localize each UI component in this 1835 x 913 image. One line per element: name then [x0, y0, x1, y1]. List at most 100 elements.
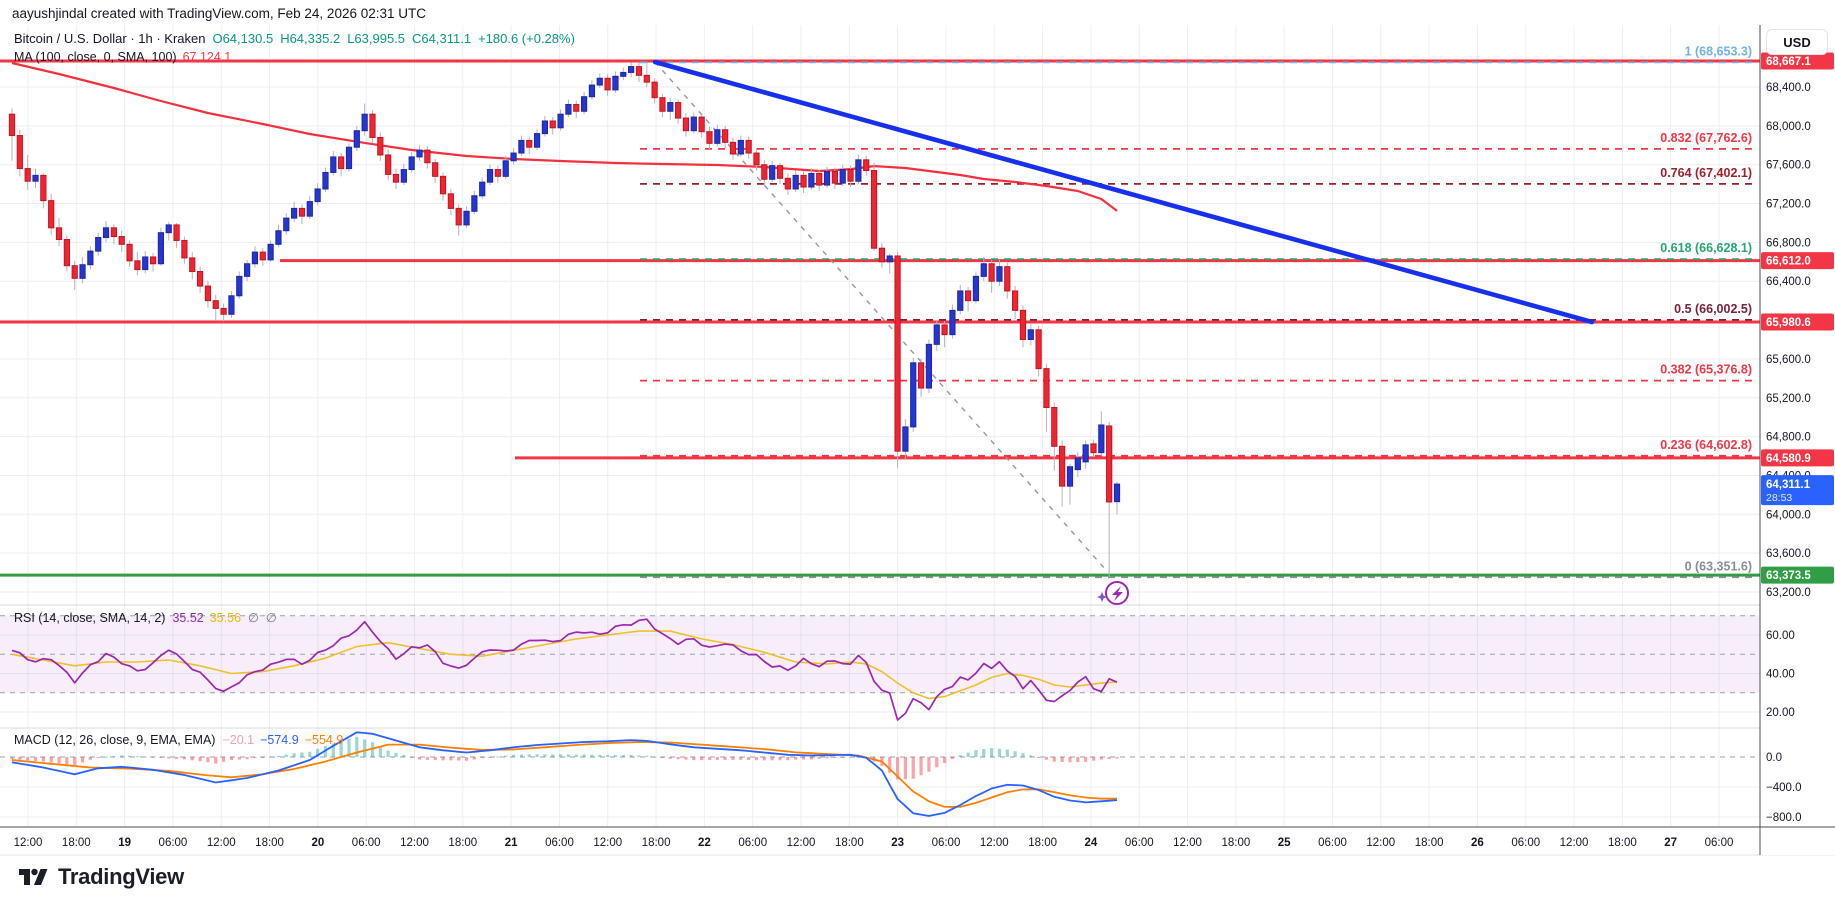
candle	[299, 208, 304, 216]
ma-100-line[interactable]	[12, 63, 1117, 211]
price-badge-label: 65,980.6	[1766, 317, 1811, 329]
candle	[464, 211, 469, 225]
candle	[440, 176, 445, 193]
candle	[127, 244, 132, 261]
time-axis[interactable]: 12:0018:001906:0012:0018:002006:0012:001…	[0, 827, 1835, 849]
candle	[817, 173, 822, 185]
candle	[746, 140, 751, 153]
axis-tick-label: 67,200.0	[1766, 199, 1811, 211]
price-axis[interactable]: 68,400.068,000.067,600.067,200.066,800.0…	[1760, 25, 1835, 855]
time-tick-label: 12:00	[787, 837, 816, 849]
time-tick-label: 18:00	[62, 837, 91, 849]
price-badge-label: 66,612.0	[1766, 256, 1811, 268]
macd-signal-value: −554.9	[305, 733, 344, 747]
candle	[252, 252, 257, 264]
candle	[1075, 458, 1080, 470]
candle	[676, 103, 681, 119]
candle	[495, 170, 500, 177]
time-tick-label: 12:00	[593, 837, 622, 849]
candle	[315, 189, 320, 202]
candle	[558, 114, 563, 128]
time-tick-label: 18:00	[642, 837, 671, 849]
time-tick-label: 27	[1664, 837, 1677, 849]
candle	[276, 231, 281, 245]
fib-level-label: 0.764 (67,402.1)	[1660, 166, 1752, 180]
axis-tick-label: 68,000.0	[1766, 121, 1811, 133]
candle	[174, 225, 179, 241]
candle	[205, 286, 210, 301]
attribution-text: aayushjindal created with TradingView.co…	[12, 6, 426, 21]
fib-level-label: 0 (63,351.6)	[1685, 559, 1752, 573]
time-tick-label: 18:00	[1415, 837, 1444, 849]
ohlc-open: O64,130.5	[212, 31, 273, 46]
candle	[801, 175, 806, 187]
candle	[589, 85, 594, 97]
candle	[527, 140, 532, 147]
time-tick-label: 18:00	[1608, 837, 1637, 849]
time-tick-label: 18:00	[1221, 837, 1250, 849]
fib-retracement[interactable]: 1 (68,653.3)0.832 (67,762.6)0.764 (67,40…	[640, 44, 1755, 577]
candle	[950, 310, 955, 334]
rsi-value: 35.52	[172, 611, 203, 625]
candle	[245, 264, 250, 277]
axis-tick-label: 40.00	[1766, 669, 1795, 681]
candle	[629, 67, 634, 73]
ma-legend[interactable]: MA (100, close, 0, SMA, 100)67,124.1	[14, 50, 231, 64]
descending-trend-line[interactable]	[655, 62, 1592, 322]
candle	[903, 427, 908, 451]
candle	[425, 150, 430, 163]
ohlc-change: +180.6 (+0.28%)	[478, 31, 575, 46]
candle	[56, 228, 61, 240]
time-tick-label: 06:00	[738, 837, 767, 849]
candle	[699, 117, 704, 132]
time-tick-label: 06:00	[1511, 837, 1540, 849]
candle	[409, 157, 414, 170]
currency-toggle-button[interactable]: USD	[1766, 29, 1828, 55]
horizontal-lines[interactable]	[0, 61, 1760, 575]
time-tick-label: 12:00	[980, 837, 1009, 849]
candle	[840, 170, 845, 184]
candle	[472, 196, 477, 212]
time-tick-label: 06:00	[932, 837, 961, 849]
ai-supercharts-icon[interactable]	[1097, 582, 1128, 604]
candle	[88, 251, 93, 265]
candle	[597, 78, 602, 85]
price-badge-label: 64,580.9	[1766, 453, 1811, 465]
rsi-legend[interactable]: RSI (14, close, SMA, 14, 2)35.5235.56∅∅	[14, 610, 277, 625]
candle	[581, 97, 586, 112]
candle	[331, 157, 336, 173]
candle	[378, 138, 383, 155]
candle	[707, 132, 712, 144]
macd-line-value: −574.9	[260, 733, 299, 747]
candle	[268, 244, 273, 260]
symbol-title[interactable]: Bitcoin / U.S. Dollar · 1h · Kraken	[14, 31, 205, 46]
ma-value: 67,124.1	[183, 50, 232, 64]
candle	[542, 121, 547, 134]
axis-tick-label: 65,600.0	[1766, 354, 1811, 366]
price-badge-label: 64,311.1	[1766, 479, 1811, 491]
candle	[1020, 310, 1025, 339]
countdown-label: 28:53	[1766, 492, 1792, 504]
candle	[958, 291, 963, 310]
candle	[770, 166, 775, 180]
candle	[550, 121, 555, 128]
candle	[80, 265, 85, 279]
macd-legend[interactable]: MACD (12, 26, close, 9, EMA, EMA)−20.1−5…	[14, 733, 343, 747]
candle	[354, 131, 359, 148]
candle	[213, 301, 218, 309]
time-tick-label: 18:00	[1028, 837, 1057, 849]
time-tick-label: 06:00	[1125, 837, 1154, 849]
price-badge-label: 68,667.1	[1766, 56, 1811, 68]
grid	[0, 25, 1760, 827]
candle	[166, 225, 171, 233]
axis-tick-label: 64,000.0	[1766, 509, 1811, 521]
chart-canvas[interactable]: 1 (68,653.3)0.832 (67,762.6)0.764 (67,40…	[0, 0, 1835, 913]
candle	[292, 208, 297, 218]
axis-tick-label: 63,600.0	[1766, 548, 1811, 560]
time-tick-label: 06:00	[1318, 837, 1347, 849]
trend-line-group[interactable]	[655, 62, 1592, 322]
candle	[401, 170, 406, 183]
candle	[96, 238, 101, 252]
fib-level-label: 0.618 (66,628.1)	[1660, 241, 1752, 255]
candle	[683, 118, 688, 131]
